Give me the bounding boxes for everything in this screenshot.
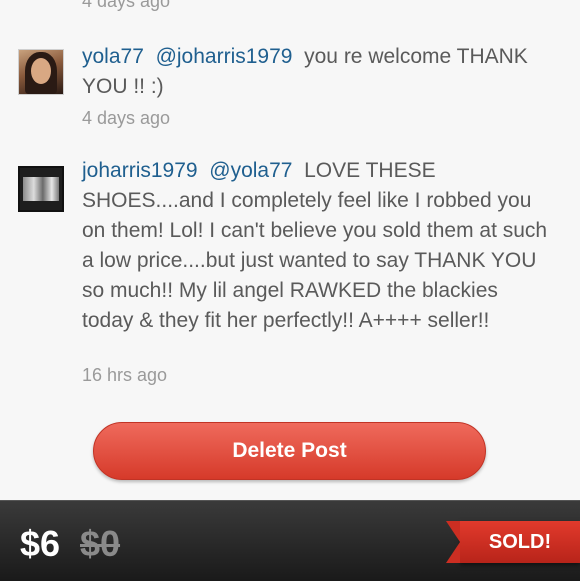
listing-original-price: $0 — [80, 523, 121, 564]
comment-username[interactable]: joharris1979 — [82, 159, 198, 182]
sold-badge: SOLD! — [446, 521, 580, 563]
delete-post-button[interactable]: Delete Post — [93, 422, 486, 480]
comment-body: yola77 @joharris1979 you re welcome THAN… — [82, 42, 552, 102]
comment-text: you re welcome THANK YOU !! :) — [82, 45, 528, 98]
avatar-face — [31, 58, 51, 84]
avatar[interactable] — [18, 166, 64, 212]
comment-username[interactable]: yola77 — [82, 45, 144, 68]
comment-body: joharris1979 @yola77 LOVE THESE SHOES...… — [82, 156, 552, 336]
previous-comment-timestamp: 4 days ago — [82, 0, 171, 11]
listing-price: $6 — [20, 523, 61, 564]
avatar[interactable] — [18, 49, 64, 95]
comment-text: LOVE THESE SHOES....and I completely fee… — [82, 159, 548, 332]
comment-feed: 4 days ago yola77 @joharris1979 you re w… — [0, 0, 580, 500]
listing-footer: $6 $0 SOLD! — [0, 500, 580, 581]
comment-mention[interactable]: @joharris1979 — [156, 45, 293, 68]
comment-timestamp: 16 hrs ago — [82, 365, 168, 385]
avatar-photo — [23, 177, 59, 201]
comment-timestamp: 4 days ago — [82, 108, 171, 128]
comment-mention[interactable]: @yola77 — [209, 159, 292, 182]
